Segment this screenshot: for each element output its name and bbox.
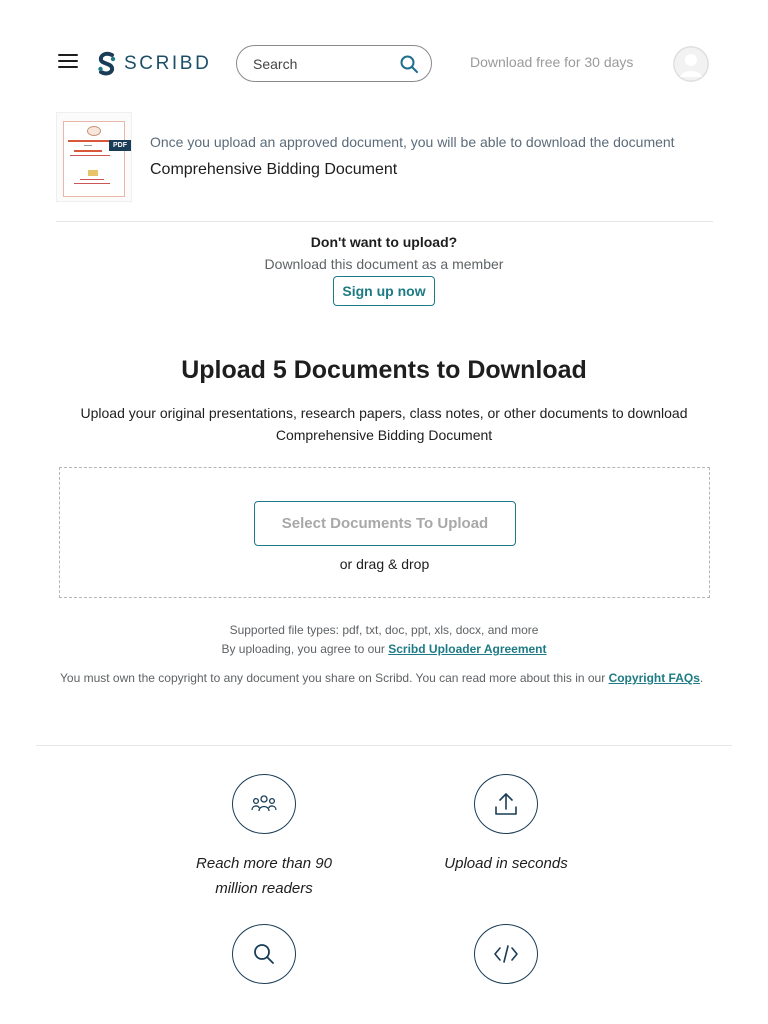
alternative-section: Don't want to upload? Download this docu…: [0, 234, 768, 306]
thumbnail-page: [63, 121, 125, 197]
feature-label: Reach more than 90 million readers: [196, 855, 332, 897]
seal-icon: [87, 126, 101, 136]
feature-reach: Reach more than 90 million readers: [174, 774, 354, 901]
scribd-logo[interactable]: SCRIBD: [96, 50, 211, 78]
emblem-icon: [88, 170, 98, 176]
feature-search: [174, 924, 354, 984]
feature-embed: [416, 924, 596, 984]
copyright-faqs-link[interactable]: Copyright FAQs: [609, 671, 700, 685]
logo-text: SCRIBD: [124, 53, 212, 74]
copyright-suffix: .: [699, 671, 704, 685]
feature-upload: Upload in seconds: [416, 774, 596, 876]
copyright-notice: You must own the copyright to any docume…: [60, 669, 708, 688]
code-icon: [494, 945, 518, 963]
menu-icon[interactable]: [58, 54, 80, 72]
search-icon[interactable]: [399, 54, 419, 74]
download-free-link[interactable]: Download free for 30 days: [470, 54, 633, 70]
agreement-prefix: By uploading, you agree to our: [221, 642, 389, 656]
copyright-text: You must own the copyright to any docume…: [60, 671, 609, 685]
scribd-logo-mark-icon: [98, 51, 116, 76]
pdf-badge: PDF: [109, 140, 131, 151]
uploader-agreement-link[interactable]: Scribd Uploader Agreement: [388, 642, 546, 656]
alternative-title: Don't want to upload?: [310, 234, 458, 250]
alternative-subtitle: Download this document as a member: [264, 256, 504, 272]
people-icon: [251, 795, 277, 812]
search-box[interactable]: Search: [236, 45, 432, 82]
user-icon: [673, 46, 709, 82]
document-info: PDF Once you upload an approved document…: [56, 112, 713, 222]
avatar[interactable]: [673, 46, 709, 82]
top-header: SCRIBD Search Download free for 30 days: [0, 0, 768, 128]
document-title: Comprehensive Bidding Document: [150, 161, 398, 178]
search-icon: [254, 944, 274, 964]
sign-up-button[interactable]: Sign up now: [333, 276, 435, 306]
select-documents-button[interactable]: Select Documents To Upload: [254, 501, 516, 546]
upload-notice: Once you upload an approved document, yo…: [150, 134, 675, 150]
supported-filetypes: Supported file types: pdf, txt, doc, ppt…: [229, 623, 539, 637]
document-thumbnail[interactable]: PDF: [56, 112, 132, 202]
upload-heading: Upload 5 Documents to Download: [181, 356, 587, 384]
section-divider: [36, 745, 732, 746]
agreement-line: By uploading, you agree to our Scribd Up…: [0, 640, 768, 659]
upload-description: Upload your original presentations, rese…: [80, 405, 688, 443]
feature-label: Upload in seconds: [444, 855, 568, 872]
feature-circle: [232, 774, 296, 834]
upload-icon: [495, 793, 517, 815]
feature-circle: [474, 924, 538, 984]
search-input[interactable]: Search: [253, 56, 399, 72]
feature-circle: [232, 924, 296, 984]
feature-circle: [474, 774, 538, 834]
drag-drop-text: or drag & drop: [339, 556, 430, 572]
drop-zone[interactable]: Select Documents To Upload or drag & dro…: [59, 467, 710, 598]
upload-terms: Supported file types: pdf, txt, doc, ppt…: [0, 621, 768, 659]
